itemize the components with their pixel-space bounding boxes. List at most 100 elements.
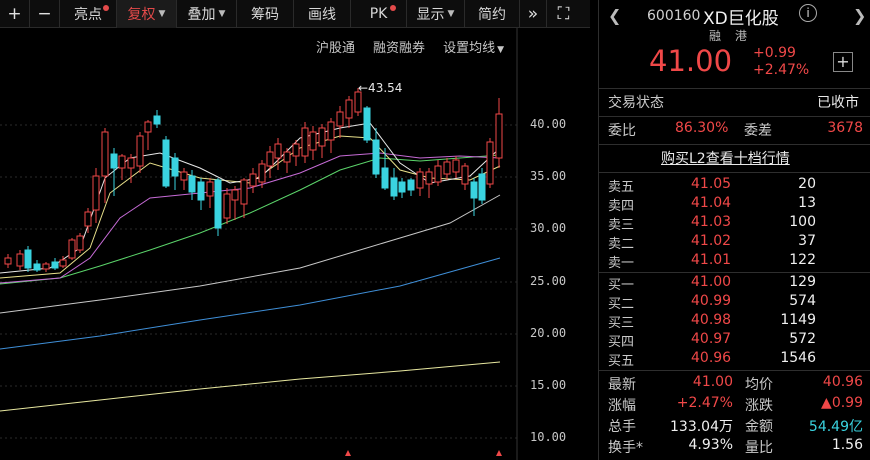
trade-status-label: 交易状态	[608, 95, 664, 111]
candle-body	[249, 173, 257, 187]
stat-label: 涨跌	[745, 398, 773, 414]
kline-chart[interactable]: ←43.54	[0, 28, 518, 460]
orderbook-row[interactable]: 卖一 41.01 122	[599, 252, 870, 271]
orderbook-volume: 122	[789, 252, 816, 268]
candle-body	[16, 253, 24, 267]
candle-body	[231, 189, 239, 201]
divider	[599, 272, 870, 273]
stat-label: 均价	[745, 377, 773, 393]
current-price: 41.00	[649, 44, 733, 78]
orderbook-row[interactable]: 买二 40.99 574	[599, 293, 870, 312]
orderbook-level-label: 买三	[608, 316, 635, 331]
highlight-button[interactable]: 亮点	[60, 0, 117, 28]
orderbook-volume: 20	[798, 176, 816, 192]
stock-tags: 融 港	[599, 27, 870, 45]
orderbook-price: 41.00	[691, 274, 732, 290]
orderbook-row[interactable]: 买三 40.98 1149	[599, 312, 870, 331]
quote-panel: ❮ 600160 XD巨化股 i ❯ 融 港 41.00 +0.99 +2.47…	[598, 0, 870, 460]
overlay-dropdown[interactable]: 叠加 ▼	[177, 0, 237, 28]
stat-label: 最新	[608, 377, 636, 393]
kline-chart-area[interactable]: 沪股通 融资融券 设置均线 ▼ ←43.54 40.00 35.00 30.00 25.…	[0, 28, 590, 460]
orderbook-price: 40.97	[691, 331, 732, 347]
candle-body	[327, 121, 335, 141]
candle-body	[425, 171, 433, 185]
orderbook-row[interactable]: 买四 40.97 572	[599, 331, 870, 350]
candle-body	[398, 181, 406, 193]
orderbook-row[interactable]: 买五 40.96 1546	[599, 350, 870, 369]
stat-value: 40.96	[822, 374, 863, 390]
candle-body	[495, 113, 503, 159]
level2-link-row: 购买L2查看十档行情	[599, 148, 870, 170]
price-axis-tick: 35.00	[530, 169, 567, 183]
orderbook-volume: 100	[789, 214, 816, 230]
pk-button[interactable]: PK	[351, 0, 407, 28]
draw-button[interactable]: 画线	[294, 0, 351, 28]
candle-body	[171, 157, 179, 177]
candle-body	[478, 173, 486, 201]
candle-body	[274, 143, 282, 159]
caret-down-icon: ▼	[218, 8, 226, 19]
candle-body	[443, 161, 451, 175]
candle-body	[51, 261, 59, 269]
stat-value: 1.56	[831, 437, 863, 453]
candle-body	[101, 131, 109, 177]
orderbook-volume: 572	[789, 331, 816, 347]
adjust-dropdown[interactable]: 复权 ▼	[117, 0, 177, 28]
event-marker-icon[interactable]	[345, 450, 351, 456]
orderbook-row[interactable]: 卖二 41.02 37	[599, 233, 870, 252]
candle-body	[162, 139, 170, 187]
candle-body	[266, 151, 274, 167]
margin-tag: 融	[709, 29, 722, 43]
candle-body	[345, 99, 353, 119]
moving-average-line	[0, 152, 501, 284]
compact-button[interactable]: 简约	[465, 0, 520, 28]
caret-down-icon: ▼	[447, 8, 455, 19]
stat-value: ▲0.99	[821, 395, 863, 411]
event-marker-icon[interactable]	[496, 450, 502, 456]
orderbook-row[interactable]: 卖五 41.05 20	[599, 176, 870, 195]
weicha-value: 3678	[827, 120, 863, 136]
orderbook-level-label: 卖四	[608, 199, 635, 214]
candle-body	[84, 211, 92, 227]
candle-body	[59, 259, 67, 267]
price-block: 41.00 +0.99 +2.47% +	[599, 44, 870, 84]
orderbook-row[interactable]: 卖三 41.03 100	[599, 214, 870, 233]
minus-icon: −	[37, 3, 52, 24]
candle-body	[407, 179, 415, 191]
candle-body	[180, 171, 188, 181]
forward-button[interactable]: »	[520, 0, 547, 28]
trade-status-row: 交易状态 已收市	[599, 92, 870, 114]
stats-row: 涨幅 +2.47% 涨跌 ▲0.99	[599, 395, 870, 415]
orderbook-level-label: 卖三	[608, 218, 635, 233]
orderbook-price: 41.05	[691, 176, 732, 192]
candle-body	[76, 235, 84, 251]
plus-icon: +	[7, 3, 22, 24]
stat-value: 4.93%	[688, 437, 733, 453]
next-stock-icon[interactable]: ❯	[853, 6, 866, 25]
prev-stock-icon[interactable]: ❮	[608, 6, 621, 25]
draw-label: 画线	[308, 6, 336, 23]
price-axis-tick: 40.00	[530, 117, 567, 131]
display-dropdown[interactable]: 显示 ▼	[407, 0, 465, 28]
zoom-in-button[interactable]: +	[0, 0, 30, 28]
info-icon[interactable]: i	[799, 4, 817, 22]
candle-body	[452, 159, 460, 173]
price-axis-tick: 25.00	[530, 274, 567, 288]
orderbook-row[interactable]: 卖四 41.04 13	[599, 195, 870, 214]
candle-body	[309, 131, 317, 151]
weibi-value: 86.30%	[675, 120, 729, 136]
add-watchlist-button[interactable]: +	[833, 52, 853, 72]
orderbook-row[interactable]: 买一 41.00 129	[599, 274, 870, 293]
level2-link[interactable]: 购买L2查看十档行情	[661, 148, 790, 168]
candle-body	[214, 179, 222, 229]
chips-button[interactable]: 筹码	[237, 0, 294, 28]
candle-body	[127, 157, 135, 169]
stat-label: 量比	[745, 440, 773, 456]
candle-body	[240, 179, 248, 205]
zoom-out-button[interactable]: −	[30, 0, 60, 28]
orderbook-volume: 129	[789, 274, 816, 290]
candlesticks	[4, 88, 503, 272]
divider	[599, 88, 870, 89]
fullscreen-button[interactable]: ⛶	[547, 0, 580, 28]
moving-average-lines	[0, 122, 501, 412]
